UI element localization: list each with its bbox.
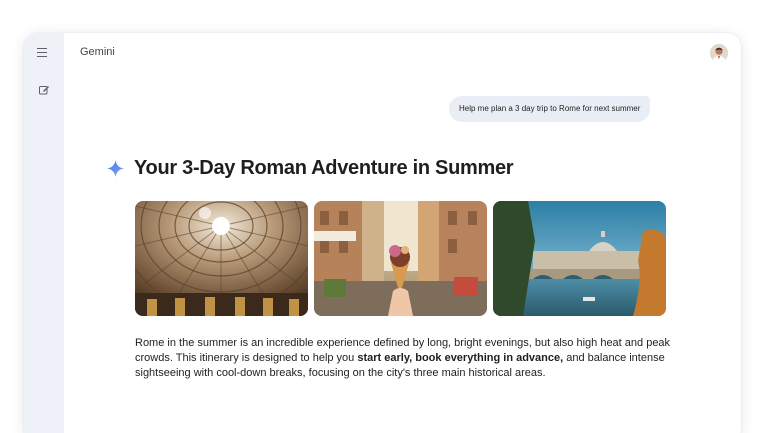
side-rail <box>24 33 64 433</box>
edit-icon[interactable] <box>38 83 50 95</box>
user-avatar[interactable] <box>710 44 728 62</box>
pantheon-image[interactable] <box>135 201 308 316</box>
hamburger-menu-icon[interactable] <box>37 47 51 59</box>
user-message-bubble: Help me plan a 3 day trip to Rome for ne… <box>449 96 651 122</box>
response-paragraph: Rome in the summer is an incredible expe… <box>135 336 680 381</box>
paragraph-bold-text: start early, book everything in advance, <box>357 352 564 364</box>
gelato-street-image[interactable] <box>314 201 487 316</box>
gemini-sparkle-icon <box>107 160 124 177</box>
app-title: Gemini <box>80 46 115 58</box>
tiber-river-image[interactable] <box>493 201 666 316</box>
app-window: Gemini Help me plan a 3 day trip to Rome… <box>24 33 741 433</box>
page: Gemini Help me plan a 3 day trip to Rome… <box>0 0 770 433</box>
response-title: Your 3-Day Roman Adventure in Summer <box>134 157 514 179</box>
